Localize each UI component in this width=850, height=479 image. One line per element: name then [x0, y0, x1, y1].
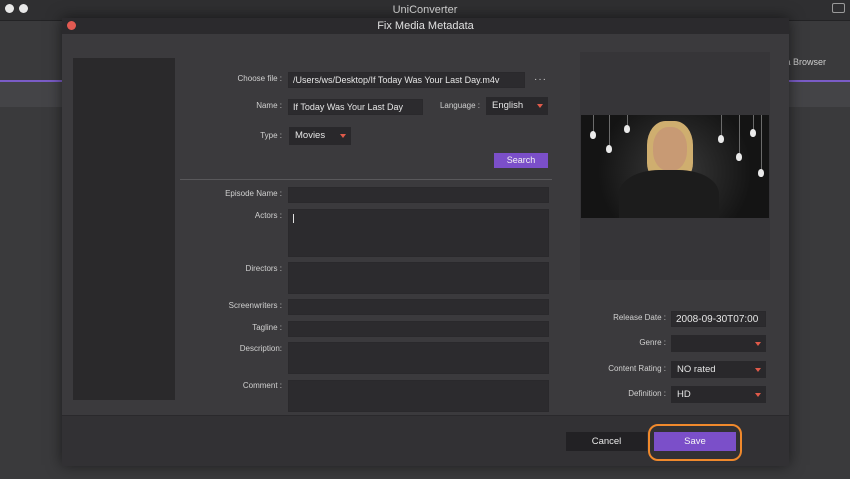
- language-value: English: [492, 100, 524, 111]
- type-value: Movies: [295, 130, 326, 141]
- search-button[interactable]: Search: [494, 153, 548, 168]
- definition-select[interactable]: HD: [671, 386, 766, 403]
- thumbnail-list: [73, 58, 175, 400]
- dialog-body: Choose file : /Users/ws/Desktop/If Today…: [62, 34, 789, 415]
- directors-label: Directors :: [245, 264, 282, 273]
- description-textarea[interactable]: [288, 342, 549, 374]
- actors-textarea[interactable]: [288, 209, 549, 257]
- app-title: UniConverter: [392, 4, 458, 16]
- content-rating-label: Content Rating :: [608, 364, 666, 373]
- directors-textarea[interactable]: [288, 262, 549, 294]
- dialog-title: Fix Media Metadata: [377, 20, 474, 32]
- definition-label: Definition :: [628, 389, 666, 398]
- chevron-down-icon: [537, 104, 543, 108]
- preview-panel: [580, 52, 770, 280]
- episode-name-label: Episode Name :: [225, 189, 282, 198]
- name-input[interactable]: If Today Was Your Last Day: [288, 99, 423, 115]
- language-label: Language :: [439, 101, 480, 110]
- dialog-titlebar: Fix Media Metadata: [62, 18, 789, 34]
- video-thumbnail: [581, 115, 769, 218]
- actors-label: Actors :: [254, 211, 282, 220]
- genre-select[interactable]: [671, 335, 766, 352]
- cancel-button[interactable]: Cancel: [566, 432, 647, 451]
- screenwriters-input[interactable]: [288, 299, 549, 315]
- tagline-input[interactable]: [288, 321, 549, 337]
- release-date-input[interactable]: 2008-09-30T07:00: [671, 311, 766, 327]
- name-label: Name :: [256, 101, 282, 110]
- comment-textarea[interactable]: [288, 380, 549, 412]
- description-label: Description:: [239, 344, 282, 353]
- chat-icon[interactable]: [832, 3, 845, 13]
- fix-metadata-dialog: Fix Media Metadata Choose file : /Users/…: [62, 18, 789, 466]
- comment-label: Comment :: [242, 381, 282, 390]
- save-button[interactable]: Save: [654, 432, 736, 451]
- content-rating-select[interactable]: NO rated: [671, 361, 766, 378]
- choose-file-input[interactable]: /Users/ws/Desktop/If Today Was Your Last…: [288, 72, 525, 88]
- choose-file-label: Choose file :: [237, 74, 282, 83]
- section-divider: [180, 179, 552, 180]
- background-tab-browser[interactable]: a Browser: [785, 57, 826, 67]
- episode-name-input[interactable]: [288, 187, 549, 203]
- genre-label: Genre :: [639, 338, 666, 347]
- language-select[interactable]: English: [486, 97, 548, 115]
- dialog-footer: Cancel Save: [62, 415, 789, 466]
- text-cursor: [293, 214, 294, 223]
- browse-file-button[interactable]: ···: [534, 74, 547, 85]
- content-rating-value: NO rated: [677, 364, 716, 375]
- chevron-down-icon: [340, 134, 346, 138]
- definition-value: HD: [677, 389, 691, 400]
- type-label: Type :: [260, 131, 282, 140]
- chevron-down-icon: [755, 393, 761, 397]
- chevron-down-icon: [755, 342, 761, 346]
- tagline-label: Tagline :: [252, 323, 282, 332]
- type-select[interactable]: Movies: [289, 127, 351, 145]
- chevron-down-icon: [755, 368, 761, 372]
- screenwriters-label: Screenwriters :: [228, 301, 282, 310]
- release-date-label: Release Date :: [613, 313, 666, 322]
